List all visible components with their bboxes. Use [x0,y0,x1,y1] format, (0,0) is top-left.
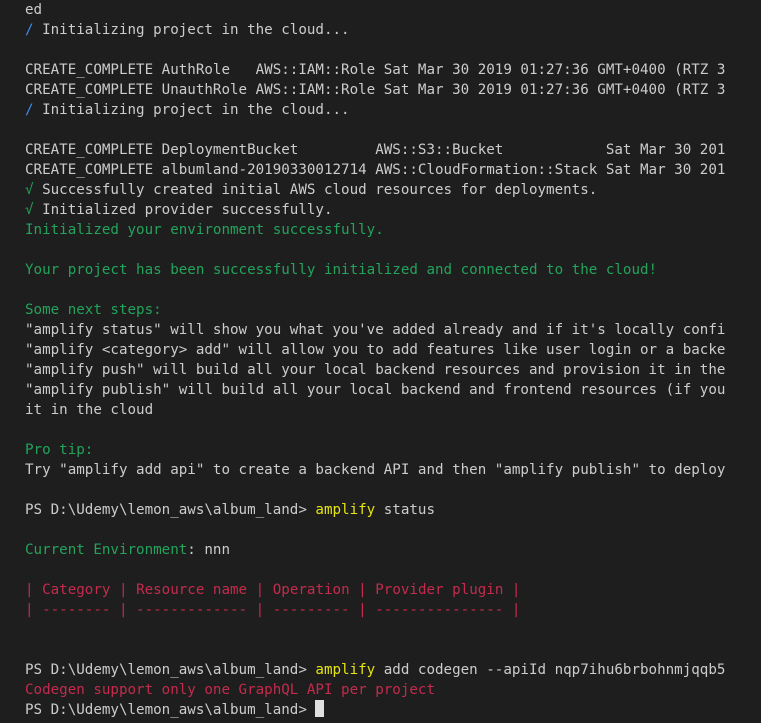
terminal-line: | Category | Resource name | Operation |… [25,580,761,600]
terminal-text: Category [42,582,111,598]
terminal-line: CREATE_COMPLETE AuthRole AWS::IAM::Role … [25,60,761,80]
terminal-text: Initialized provider successfully. [42,202,333,218]
terminal-line: PS D:\Udemy\lemon_aws\album_land> amplif… [25,500,761,520]
terminal-text: PS D:\Udemy\lemon_aws\album_land> [25,702,316,718]
terminal-text: CREATE_COMPLETE AuthRole AWS::IAM::Role … [25,62,726,78]
terminal-line: | -------- | ------------- | --------- |… [25,600,761,620]
terminal-text: | [110,582,137,598]
terminal-text: / [25,102,43,118]
terminal-line: Pro tip: [25,440,761,460]
terminal-output[interactable]: ed / Initializing project in the cloud...… [25,0,761,723]
terminal-line: it in the cloud [25,400,761,420]
terminal-line: Try "amplify add api" to create a backen… [25,460,761,480]
terminal-text: "amplify push" will build all your local… [25,362,726,378]
terminal-text: Successfully created initial AWS cloud r… [42,182,598,198]
terminal-text: "amplify publish" will build all your lo… [25,382,726,398]
cursor-block [315,700,325,717]
terminal-line: √ Successfully created initial AWS cloud… [25,180,761,200]
terminal-text: Codegen support only one GraphQL API per… [25,682,435,698]
terminal-text: "amplify status" will show you what you'… [25,322,726,338]
terminal-line: "amplify push" will build all your local… [25,360,761,380]
terminal-text: Your project has been successfully initi… [25,262,658,278]
terminal-text: Pro tip: [25,442,94,458]
terminal-text: √ [25,182,43,198]
terminal-line: ed [25,0,761,20]
terminal-line: Current Environment: nnn [25,540,761,560]
terminal-text: Some next steps: [25,302,162,318]
terminal-text: CREATE_COMPLETE DeploymentBucket AWS::S3… [25,142,726,158]
terminal-text: "amplify <category> add" will allow you … [25,342,726,358]
terminal-line: Some next steps: [25,300,761,320]
terminal-text: | -------- | ------------- | --------- |… [25,602,521,618]
terminal-line: CREATE_COMPLETE DeploymentBucket AWS::S3… [25,140,761,160]
terminal-text: Initializing project in the cloud... [42,22,350,38]
terminal-line: Your project has been successfully initi… [25,260,761,280]
terminal-line: / Initializing project in the cloud... [25,20,761,40]
terminal-text: : nnn [187,542,231,558]
terminal-text: PS D:\Udemy\lemon_aws\album_land> [25,662,316,678]
terminal-text: Current Environment [25,542,188,558]
terminal-text: √ [25,202,43,218]
terminal-text: | [247,582,273,598]
terminal-line: / Initializing project in the cloud... [25,100,761,120]
terminal-line: "amplify status" will show you what you'… [25,320,761,340]
terminal-text: add codegen --apiId nqp7ihu6brbohnmjqqb5 [375,662,726,678]
terminal-text: | [349,582,376,598]
terminal-text: Initializing project in the cloud... [42,102,350,118]
terminal-text: CREATE_COMPLETE UnauthRole AWS::IAM::Rol… [25,82,726,98]
terminal-line: CREATE_COMPLETE albumland-20190330012714… [25,160,761,180]
terminal-text: status [375,502,436,518]
terminal-text: / [25,22,43,38]
terminal-text: | [503,582,521,598]
terminal-text: amplify [315,662,376,678]
terminal-text: CREATE_COMPLETE albumland-20190330012714… [25,162,726,178]
terminal-text: Provider plugin [375,582,504,598]
terminal-line: "amplify <category> add" will allow you … [25,340,761,360]
terminal-text: amplify [315,502,376,518]
terminal-text: | [25,582,43,598]
terminal-text: Initialized your environment successfull… [25,222,384,238]
terminal-line: PS D:\Udemy\lemon_aws\album_land> amplif… [25,660,761,680]
terminal-text: PS D:\Udemy\lemon_aws\album_land> [25,502,316,518]
terminal-line: "amplify publish" will build all your lo… [25,380,761,400]
terminal-line: √ Initialized provider successfully. [25,200,761,220]
terminal-text: Operation [272,582,350,598]
terminal-line: Codegen support only one GraphQL API per… [25,680,761,700]
terminal-line: CREATE_COMPLETE UnauthRole AWS::IAM::Rol… [25,80,761,100]
terminal-text: ed [25,2,43,18]
terminal-text: Resource name [136,582,248,598]
terminal-line: Initialized your environment successfull… [25,220,761,240]
terminal-text: it in the cloud [25,402,154,418]
terminal-text: Try "amplify add api" to create a backen… [25,462,726,478]
terminal-line: PS D:\Udemy\lemon_aws\album_land> [25,700,761,720]
